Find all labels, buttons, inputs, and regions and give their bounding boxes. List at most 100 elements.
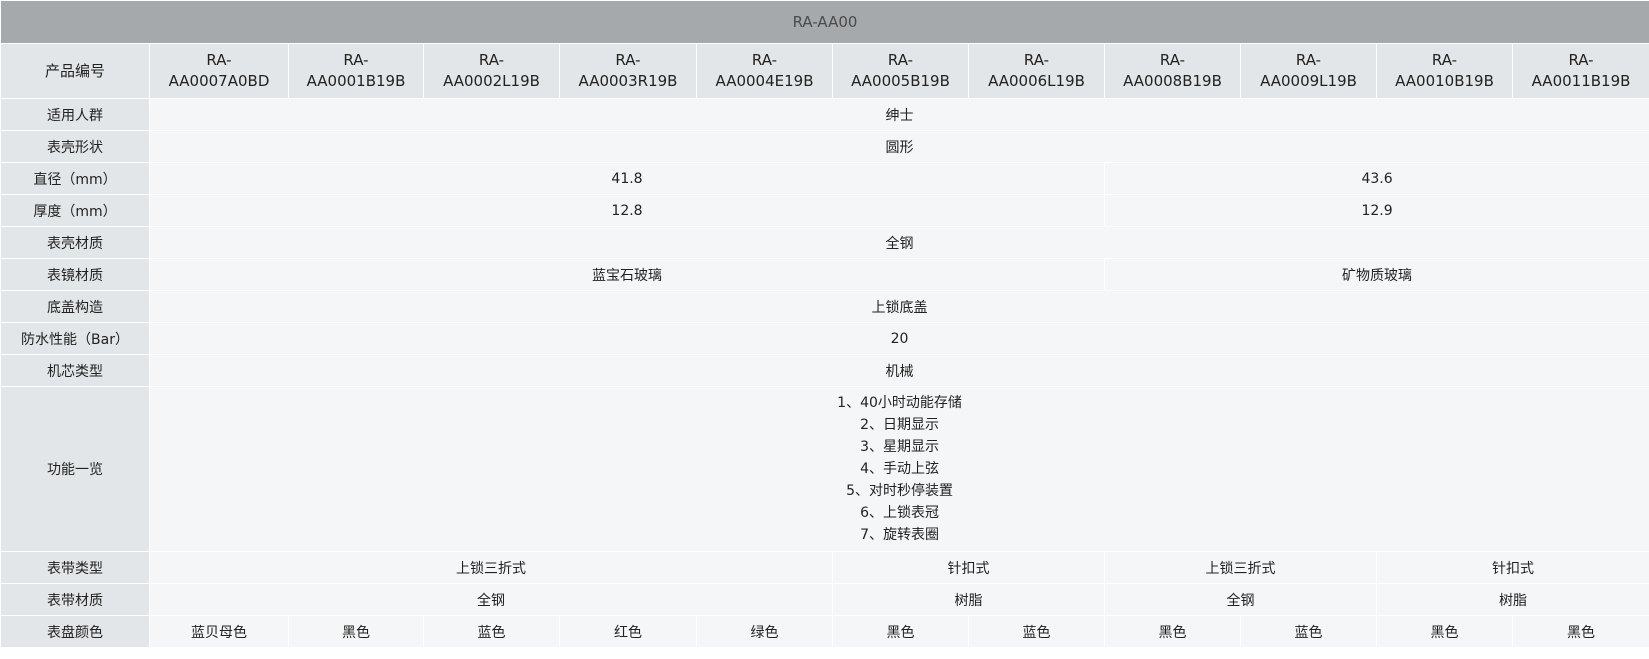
spec-label: 直径（mm） <box>0 162 150 195</box>
model-cell: RA- AA0008B19B <box>1104 43 1241 99</box>
spec-value: 绿色 <box>696 615 833 648</box>
spec-row: 表盘颜色 蓝贝母色 黑色 蓝色 红色 绿色 黑色 蓝色 黑色 蓝色 黑色 黑色 <box>0 615 1649 648</box>
model-code-line: AA0005B19B <box>851 72 950 90</box>
model-cell: RA- AA0006L19B <box>968 43 1105 99</box>
spec-table: RA-AA00 产品编号 RA- AA0007A0BD RA- AA0001B19B R… <box>0 0 1649 648</box>
spec-value: 上锁三折式 <box>149 551 833 584</box>
model-cell: RA- AA0002L19B <box>423 43 560 99</box>
model-code-line: RA- <box>887 51 914 69</box>
spec-row: 防水性能（Bar） 20 <box>0 322 1649 355</box>
spec-row: 表镜材质 蓝宝石玻璃 矿物质玻璃 <box>0 258 1649 291</box>
functions-row: 功能一览 1、40小时动能存储 2、日期显示 3、星期显示 4、手动上弦 5、对时秒停装置… <box>0 386 1649 552</box>
spec-row: 直径（mm） 41.8 43.6 <box>0 162 1649 195</box>
model-code-line: RA- <box>1159 51 1186 69</box>
functions-label: 功能一览 <box>0 386 150 552</box>
model-code-line: AA0001B19B <box>306 72 406 90</box>
spec-value: 黑色 <box>1104 615 1241 648</box>
table-body: 产品编号 RA- AA0007A0BD RA- AA0001B19B RA- AA0002… <box>0 43 1649 648</box>
model-cell: RA- AA0001B19B <box>288 43 424 99</box>
function-item: 4、手动上弦 <box>860 461 939 477</box>
spec-value: 树脂 <box>832 583 1105 616</box>
function-item: 2、日期显示 <box>860 417 939 433</box>
spec-row: 机芯类型 机械 <box>0 354 1649 387</box>
spec-label: 表带材质 <box>0 583 150 616</box>
spec-value: 12.9 <box>1103 194 1649 227</box>
model-code-line: AA0007A0BD <box>168 72 270 90</box>
model-code-line: RA- <box>1431 51 1458 69</box>
model-code-line: AA0010B19B <box>1395 72 1494 90</box>
function-item: 5、对时秒停装置 <box>846 483 953 499</box>
model-code-line: AA0002L19B <box>443 72 540 90</box>
spec-label: 底盖构造 <box>0 290 150 323</box>
spec-value: 蓝色 <box>423 615 560 648</box>
model-code-line: AA0011B19B <box>1531 72 1631 90</box>
spec-value: 红色 <box>559 615 697 648</box>
spec-value: 蓝宝石玻璃 <box>149 258 1105 291</box>
spec-row: 厚度（mm） 12.8 12.9 <box>0 194 1649 227</box>
model-code-line: RA- <box>1023 51 1050 69</box>
spec-value: 蓝色 <box>968 615 1105 648</box>
spec-value: 针扣式 <box>832 551 1105 584</box>
model-code-line: AA0003R19B <box>578 72 678 90</box>
function-item: 7、旋转表圈 <box>860 527 939 543</box>
spec-value: 43.6 <box>1103 162 1649 195</box>
model-cell: RA- AA0007A0BD <box>149 43 289 99</box>
model-code-line: RA- <box>1295 51 1322 69</box>
spec-value: 上锁三折式 <box>1104 551 1377 584</box>
model-code-line: RA- <box>1568 51 1594 69</box>
model-cell: RA- AA0004E19B <box>696 43 833 99</box>
spec-label: 厚度（mm） <box>0 194 150 227</box>
spec-label: 表镜材质 <box>0 258 150 291</box>
model-cell: RA- AA0005B19B <box>832 43 969 99</box>
spec-row: 底盖构造 上锁底盖 <box>0 290 1649 323</box>
model-cell: RA- AA0003R19B <box>559 43 697 99</box>
spec-label: 表壳材质 <box>0 226 150 259</box>
model-label: 产品编号 <box>0 43 150 99</box>
spec-value: 绅士 <box>148 98 1649 131</box>
spec-value: 蓝色 <box>1240 615 1377 648</box>
spec-row: 表壳形状 圆形 <box>0 130 1649 163</box>
spec-value: 矿物质玻璃 <box>1103 258 1649 291</box>
spec-value: 黑色 <box>288 615 424 648</box>
spec-value: 黑色 <box>832 615 969 648</box>
spec-label: 表壳形状 <box>0 130 150 163</box>
function-item: 6、上锁表冠 <box>860 505 939 521</box>
model-code-line: AA0006L19B <box>988 72 1085 90</box>
model-cell: RA- AA0011B19B <box>1511 43 1649 99</box>
spec-row: 表带类型 上锁三折式 针扣式 上锁三折式 针扣式 <box>0 551 1649 584</box>
spec-value: 20 <box>148 322 1649 355</box>
spec-value: 全钢 <box>1104 583 1377 616</box>
model-code-line: AA0004E19B <box>715 72 814 90</box>
model-code-line: AA0009L19B <box>1260 72 1357 90</box>
spec-row: 表带材质 全钢 树脂 全钢 树脂 <box>0 583 1649 616</box>
model-code-line: RA- <box>751 51 778 69</box>
spec-value: 黑色 <box>1511 615 1649 648</box>
function-item: 3、星期显示 <box>860 439 939 455</box>
functions-value: 1、40小时动能存储 2、日期显示 3、星期显示 4、手动上弦 5、对时秒停装置 6、上锁… <box>148 386 1649 552</box>
spec-value: 上锁底盖 <box>148 290 1649 323</box>
spec-value: 黑色 <box>1376 615 1513 648</box>
spec-label: 机芯类型 <box>0 354 150 387</box>
model-row: 产品编号 RA- AA0007A0BD RA- AA0001B19B RA- AA0002… <box>0 43 1649 99</box>
spec-value: 蓝贝母色 <box>149 615 289 648</box>
spec-label: 表盘颜色 <box>0 615 150 648</box>
spec-value: 12.8 <box>149 194 1105 227</box>
spec-label: 防水性能（Bar） <box>0 322 150 355</box>
spec-value: 圆形 <box>148 130 1649 163</box>
functions-list: 1、40小时动能存储 2、日期显示 3、星期显示 4、手动上弦 5、对时秒停装置 6、上锁… <box>837 392 962 546</box>
spec-value: 树脂 <box>1375 583 1649 616</box>
model-code-line: RA- <box>343 51 369 69</box>
model-code-line: RA- <box>206 51 232 69</box>
spec-label: 表带类型 <box>0 551 150 584</box>
model-code-line: RA- <box>615 51 641 69</box>
model-code-line: AA0008B19B <box>1123 72 1222 90</box>
spec-value: 41.8 <box>149 162 1105 195</box>
spec-row: 表壳材质 全钢 <box>0 226 1649 259</box>
function-item: 1、40小时动能存储 <box>837 395 962 411</box>
spec-value: 针扣式 <box>1375 551 1649 584</box>
model-cell: RA- AA0009L19B <box>1240 43 1377 99</box>
model-code-line: RA- <box>478 51 505 69</box>
spec-value: 机械 <box>148 354 1649 387</box>
model-cell: RA- AA0010B19B <box>1376 43 1513 99</box>
table-title: RA-AA00 <box>0 0 1649 44</box>
